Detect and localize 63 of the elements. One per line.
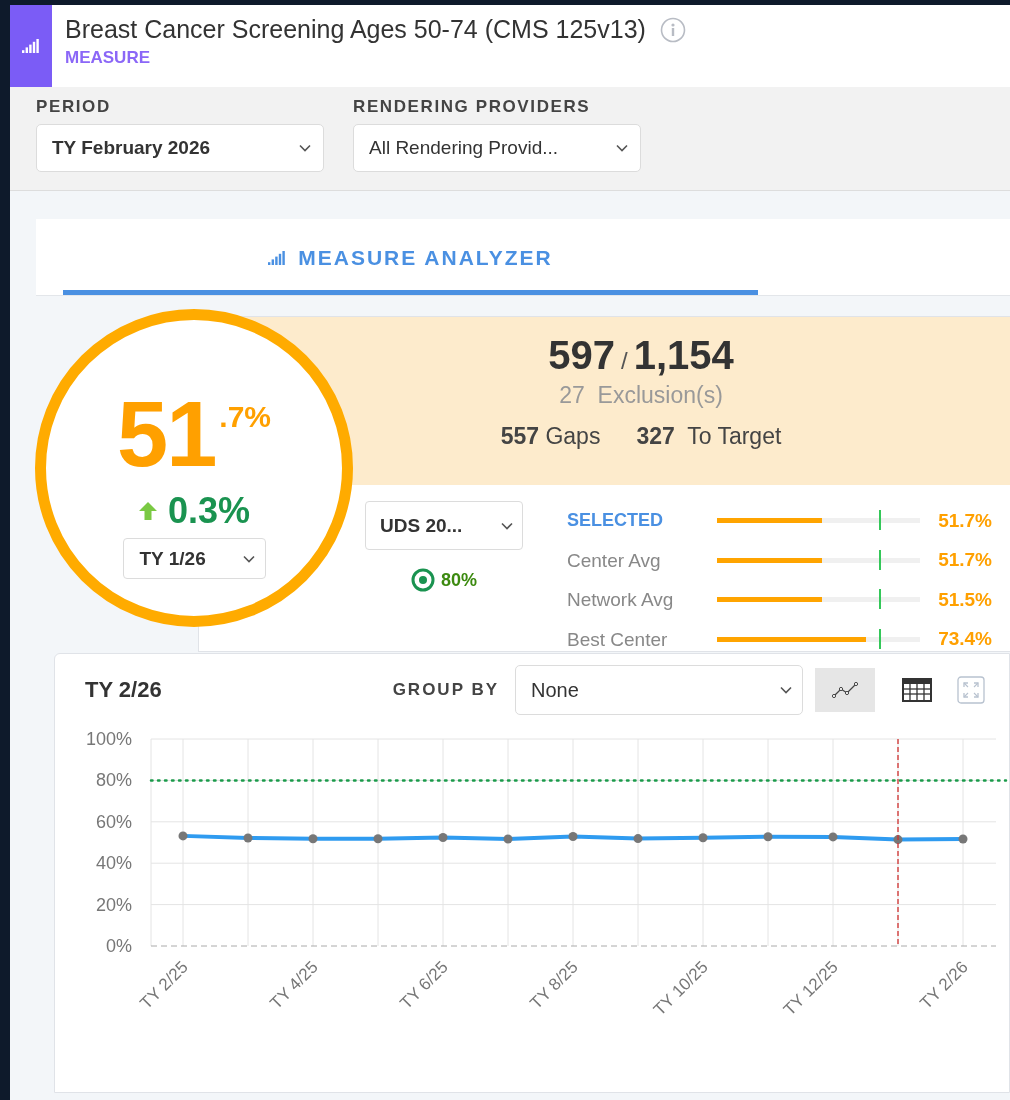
target-marker	[879, 549, 882, 570]
to-target-text: 327 To Target	[636, 423, 782, 450]
data-point[interactable]	[438, 833, 448, 843]
chart-title: TY 2/26	[85, 677, 162, 703]
y-axis-label: 0%	[106, 936, 132, 956]
ratio-separator: /	[621, 347, 628, 375]
chevron-down-icon	[501, 521, 513, 530]
benchmark-dropdown[interactable]: UDS 20...	[365, 501, 523, 550]
data-point[interactable]	[243, 833, 253, 843]
y-axis-label: 60%	[95, 811, 132, 832]
filter-dropdown[interactable]: All Rendering Provid...	[353, 124, 641, 172]
target-marker	[879, 628, 882, 649]
chevron-down-icon	[616, 144, 628, 152]
y-axis-label: 100%	[85, 729, 132, 749]
data-point[interactable]	[308, 834, 318, 844]
group-by-label: GROUP BY	[392, 680, 499, 700]
data-point[interactable]	[698, 833, 708, 843]
up-arrow-icon	[137, 501, 158, 521]
comparison-value: 73.4%	[937, 628, 992, 651]
score-change: 0.3%	[167, 490, 251, 532]
filter-label: PERIOD	[36, 97, 112, 117]
y-axis-label: 80%	[95, 770, 132, 791]
score-decimal: .7%	[219, 400, 271, 434]
gaps-text: 557 Gaps	[500, 423, 601, 450]
chevron-down-icon	[242, 554, 255, 563]
comparison-value: 51.7%	[937, 509, 992, 532]
target-icon	[411, 568, 435, 592]
data-point[interactable]	[828, 832, 838, 842]
x-axis-label: TY 4/25	[266, 957, 322, 1013]
measure-title: Breast Cancer Screening Ages 50-74 (CMS 125v13)	[65, 15, 646, 44]
data-point[interactable]	[178, 831, 188, 841]
target-marker	[879, 510, 882, 531]
target-value: 80%	[441, 569, 477, 591]
data-point[interactable]	[373, 834, 383, 844]
data-point[interactable]	[633, 834, 643, 844]
data-point[interactable]	[503, 834, 513, 844]
table-icon	[902, 678, 932, 702]
compare-period-dropdown[interactable]: TY 1/26	[122, 538, 266, 579]
comparison-value: 51.5%	[937, 588, 992, 611]
comparison-label[interactable]: Best Center	[567, 619, 717, 659]
filter-label: RENDERING PROVIDERS	[353, 97, 592, 117]
target-marker	[879, 589, 882, 610]
comparison-value: 51.7%	[937, 549, 992, 572]
denominator: 1,154	[633, 333, 734, 378]
signal-bars-icon	[268, 250, 287, 265]
data-point[interactable]	[763, 832, 773, 842]
numerator: 597	[548, 333, 615, 378]
signal-bars-icon	[22, 39, 40, 53]
data-point[interactable]	[568, 832, 578, 841]
measure-subtitle: MEASURE	[65, 48, 151, 68]
y-axis-label: 20%	[95, 894, 132, 915]
chevron-down-icon	[299, 144, 311, 152]
comparison-label[interactable]: Network Avg	[567, 580, 717, 620]
chevron-down-icon	[780, 686, 792, 694]
y-axis-label: 40%	[95, 853, 132, 874]
group-by-dropdown[interactable]: None	[515, 665, 803, 715]
data-point[interactable]	[958, 834, 968, 844]
exclusions-text: 27 Exclusion(s)	[559, 382, 723, 409]
comparison-label[interactable]: Center Avg	[567, 540, 717, 580]
data-point[interactable]	[893, 835, 903, 845]
score-value: 51	[116, 388, 216, 480]
filter-dropdown[interactable]: TY February 2026	[36, 124, 324, 172]
line-chart-icon	[832, 680, 858, 700]
